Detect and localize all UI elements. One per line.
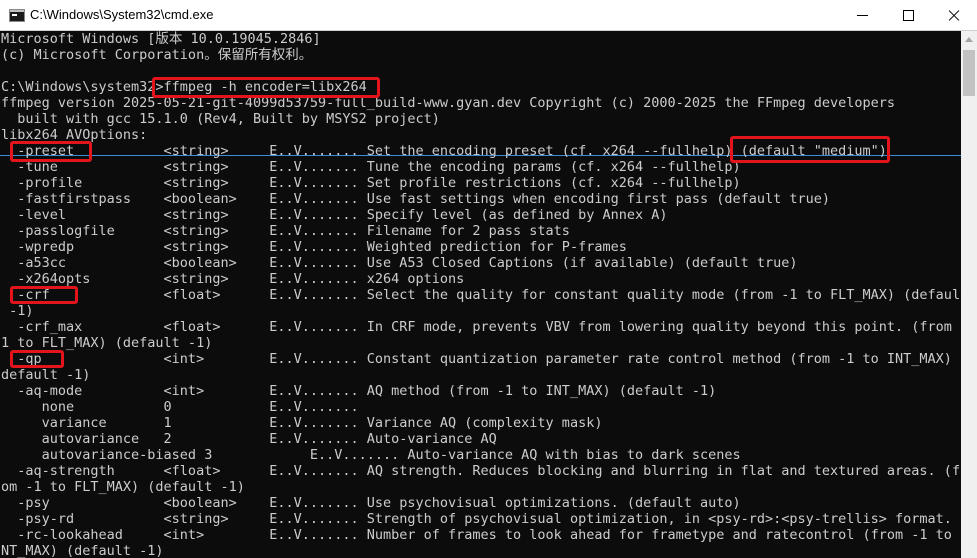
option-line: -aq-strength <float> E..V....... AQ stre…	[1, 463, 961, 479]
option-line: -qp <int> E..V....... Constant quantizat…	[1, 351, 961, 367]
option-line: autovariance 2 E..V....... Auto-variance…	[1, 431, 497, 447]
console-line: (c) Microsoft Corporation。保留所有权利。	[1, 47, 313, 63]
option-line: -rc-lookahead <int> E..V....... Number o…	[1, 527, 961, 543]
console-output[interactable]: Microsoft Windows [版本 10.0.19045.2846] (…	[0, 31, 961, 558]
minimize-button[interactable]	[839, 0, 885, 31]
option-line: default -1)	[1, 367, 91, 383]
option-line: none 0 E..V.......	[1, 399, 359, 415]
option-line: NT_MAX) (default -1)	[1, 543, 164, 558]
vertical-scrollbar[interactable]	[961, 31, 977, 558]
scrollbar-thumb[interactable]	[963, 50, 975, 96]
option-line: -crf_max <float> E..V....... In CRF mode…	[1, 319, 961, 335]
option-line: -psy <boolean> E..V....... Use psychovis…	[1, 495, 741, 511]
close-button[interactable]	[931, 0, 977, 31]
highlight-box-command	[152, 77, 380, 98]
console-line: Microsoft Windows [版本 10.0.19045.2846]	[1, 31, 321, 47]
cmd-icon[interactable]	[9, 9, 25, 22]
window-title: C:\Windows\System32\cmd.exe	[30, 7, 214, 22]
option-line: -profile <string> E..V....... Set profil…	[1, 175, 741, 191]
highlight-box-preset	[10, 141, 92, 162]
console-line: ffmpeg version 2025-05-21-git-4099d53759…	[1, 95, 896, 111]
option-line: -a53cc <boolean> E..V....... Use A53 Clo…	[1, 255, 798, 271]
option-line: autovariance-biased 3 E..V....... Auto-v…	[1, 447, 741, 463]
highlight-box-crf	[10, 286, 78, 304]
title-bar[interactable]: C:\Windows\System32\cmd.exe	[0, 0, 977, 31]
scroll-up-arrow-icon[interactable]	[961, 31, 977, 48]
option-line: -passlogfile <string> E..V....... Filena…	[1, 223, 570, 239]
option-line: -fastfirstpass <boolean> E..V....... Use…	[1, 191, 831, 207]
option-line: 1 to FLT_MAX) (default -1)	[1, 335, 213, 351]
highlight-box-qp	[10, 350, 64, 368]
option-line: -psy-rd <string> E..V....... Strength of…	[1, 511, 952, 527]
console-line: built with gcc 15.1.0 (Rev4, Built by MS…	[1, 111, 440, 127]
option-line: -x264opts <string> E..V....... x264 opti…	[1, 271, 465, 287]
option-line: -level <string> E..V....... Specify leve…	[1, 207, 668, 223]
option-line: -aq-mode <int> E..V....... AQ method (fr…	[1, 383, 717, 399]
option-line: -crf <float> E..V....... Select the qual…	[1, 287, 961, 303]
maximize-button[interactable]	[885, 0, 931, 31]
highlight-box-default-medium	[730, 136, 890, 163]
option-line: -1)	[1, 303, 34, 319]
option-line: om -1 to FLT_MAX) (default -1)	[1, 479, 245, 495]
option-line: variance 1 E..V....... Variance AQ (comp…	[1, 415, 603, 431]
option-line: -wpredp <string> E..V....... Weighted pr…	[1, 239, 627, 255]
option-line: -tune <string> E..V....... Tune the enco…	[1, 159, 741, 175]
